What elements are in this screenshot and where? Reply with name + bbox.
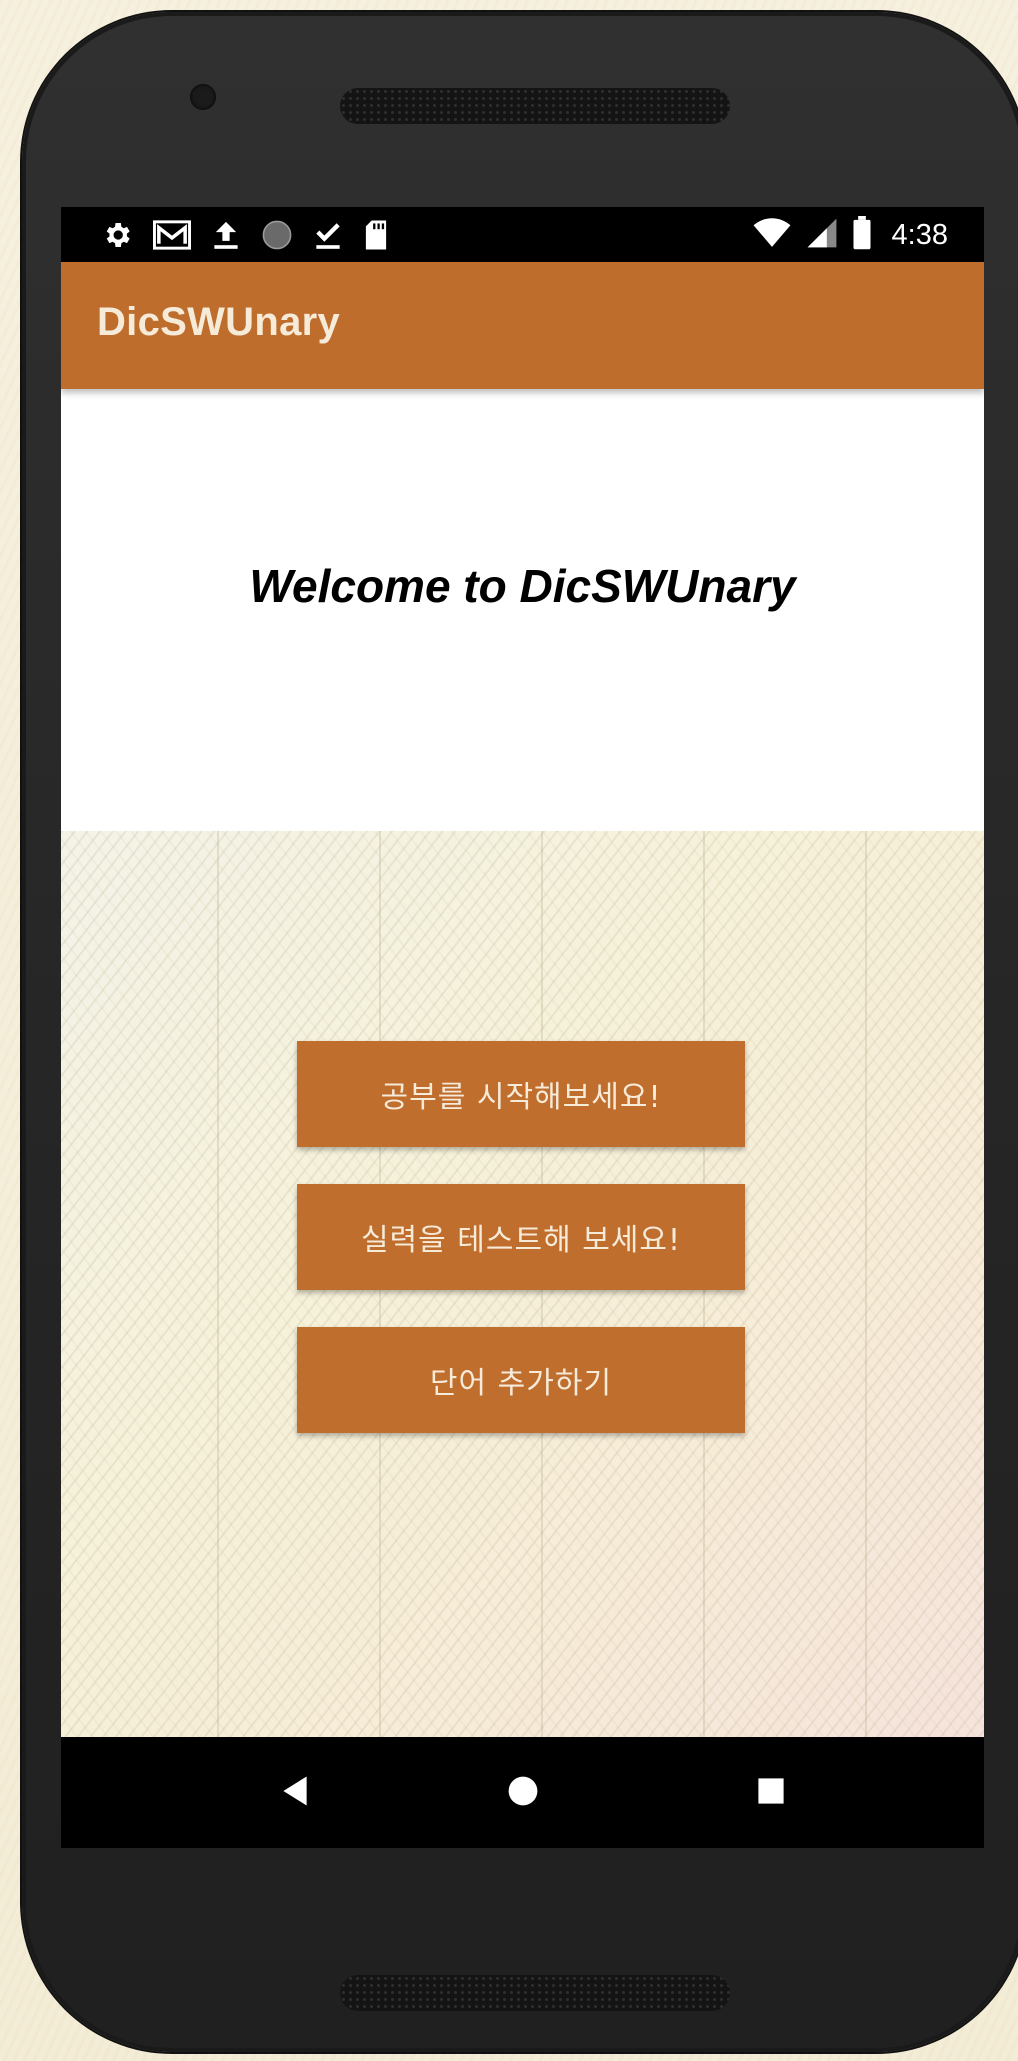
home-button[interactable] bbox=[493, 1763, 553, 1823]
navigation-bar bbox=[61, 1737, 984, 1848]
top-speaker bbox=[340, 88, 730, 124]
system-icons: 4:38 bbox=[752, 216, 948, 254]
cell-signal-icon bbox=[806, 217, 838, 253]
battery-icon bbox=[852, 216, 872, 254]
status-bar: 4:38 bbox=[61, 207, 984, 262]
home-icon bbox=[507, 1775, 539, 1811]
start-study-button[interactable]: 공부를 시작해보세요! bbox=[297, 1041, 745, 1147]
back-button[interactable] bbox=[265, 1763, 325, 1823]
back-icon bbox=[280, 1775, 310, 1811]
menu-section: 공부를 시작해보세요! 실력을 테스트해 보세요! 단어 추가하기 bbox=[61, 831, 984, 1737]
gmail-icon bbox=[153, 220, 191, 250]
recents-button[interactable] bbox=[741, 1763, 801, 1823]
status-time: 4:38 bbox=[891, 218, 948, 251]
recents-icon bbox=[757, 1777, 785, 1809]
device-screen: 4:38 DicSWUnary Welcome to DicSWUnary 공부… bbox=[61, 207, 984, 1848]
welcome-heading: Welcome to DicSWUnary bbox=[249, 560, 796, 612]
welcome-section: Welcome to DicSWUnary bbox=[61, 389, 984, 831]
front-camera bbox=[190, 84, 216, 110]
app-title: DicSWUnary bbox=[97, 300, 341, 344]
test-skill-button[interactable]: 실력을 테스트해 보세요! bbox=[297, 1184, 745, 1290]
download-done-icon bbox=[313, 219, 343, 251]
sd-card-icon bbox=[363, 219, 389, 251]
circle-icon bbox=[261, 219, 293, 251]
app-bar: DicSWUnary bbox=[61, 262, 984, 389]
bottom-speaker bbox=[340, 1975, 730, 2011]
upload-icon bbox=[211, 219, 241, 251]
add-word-button[interactable]: 단어 추가하기 bbox=[297, 1327, 745, 1433]
gear-icon bbox=[101, 219, 133, 251]
wifi-icon bbox=[752, 217, 792, 253]
notification-icons bbox=[101, 218, 389, 252]
